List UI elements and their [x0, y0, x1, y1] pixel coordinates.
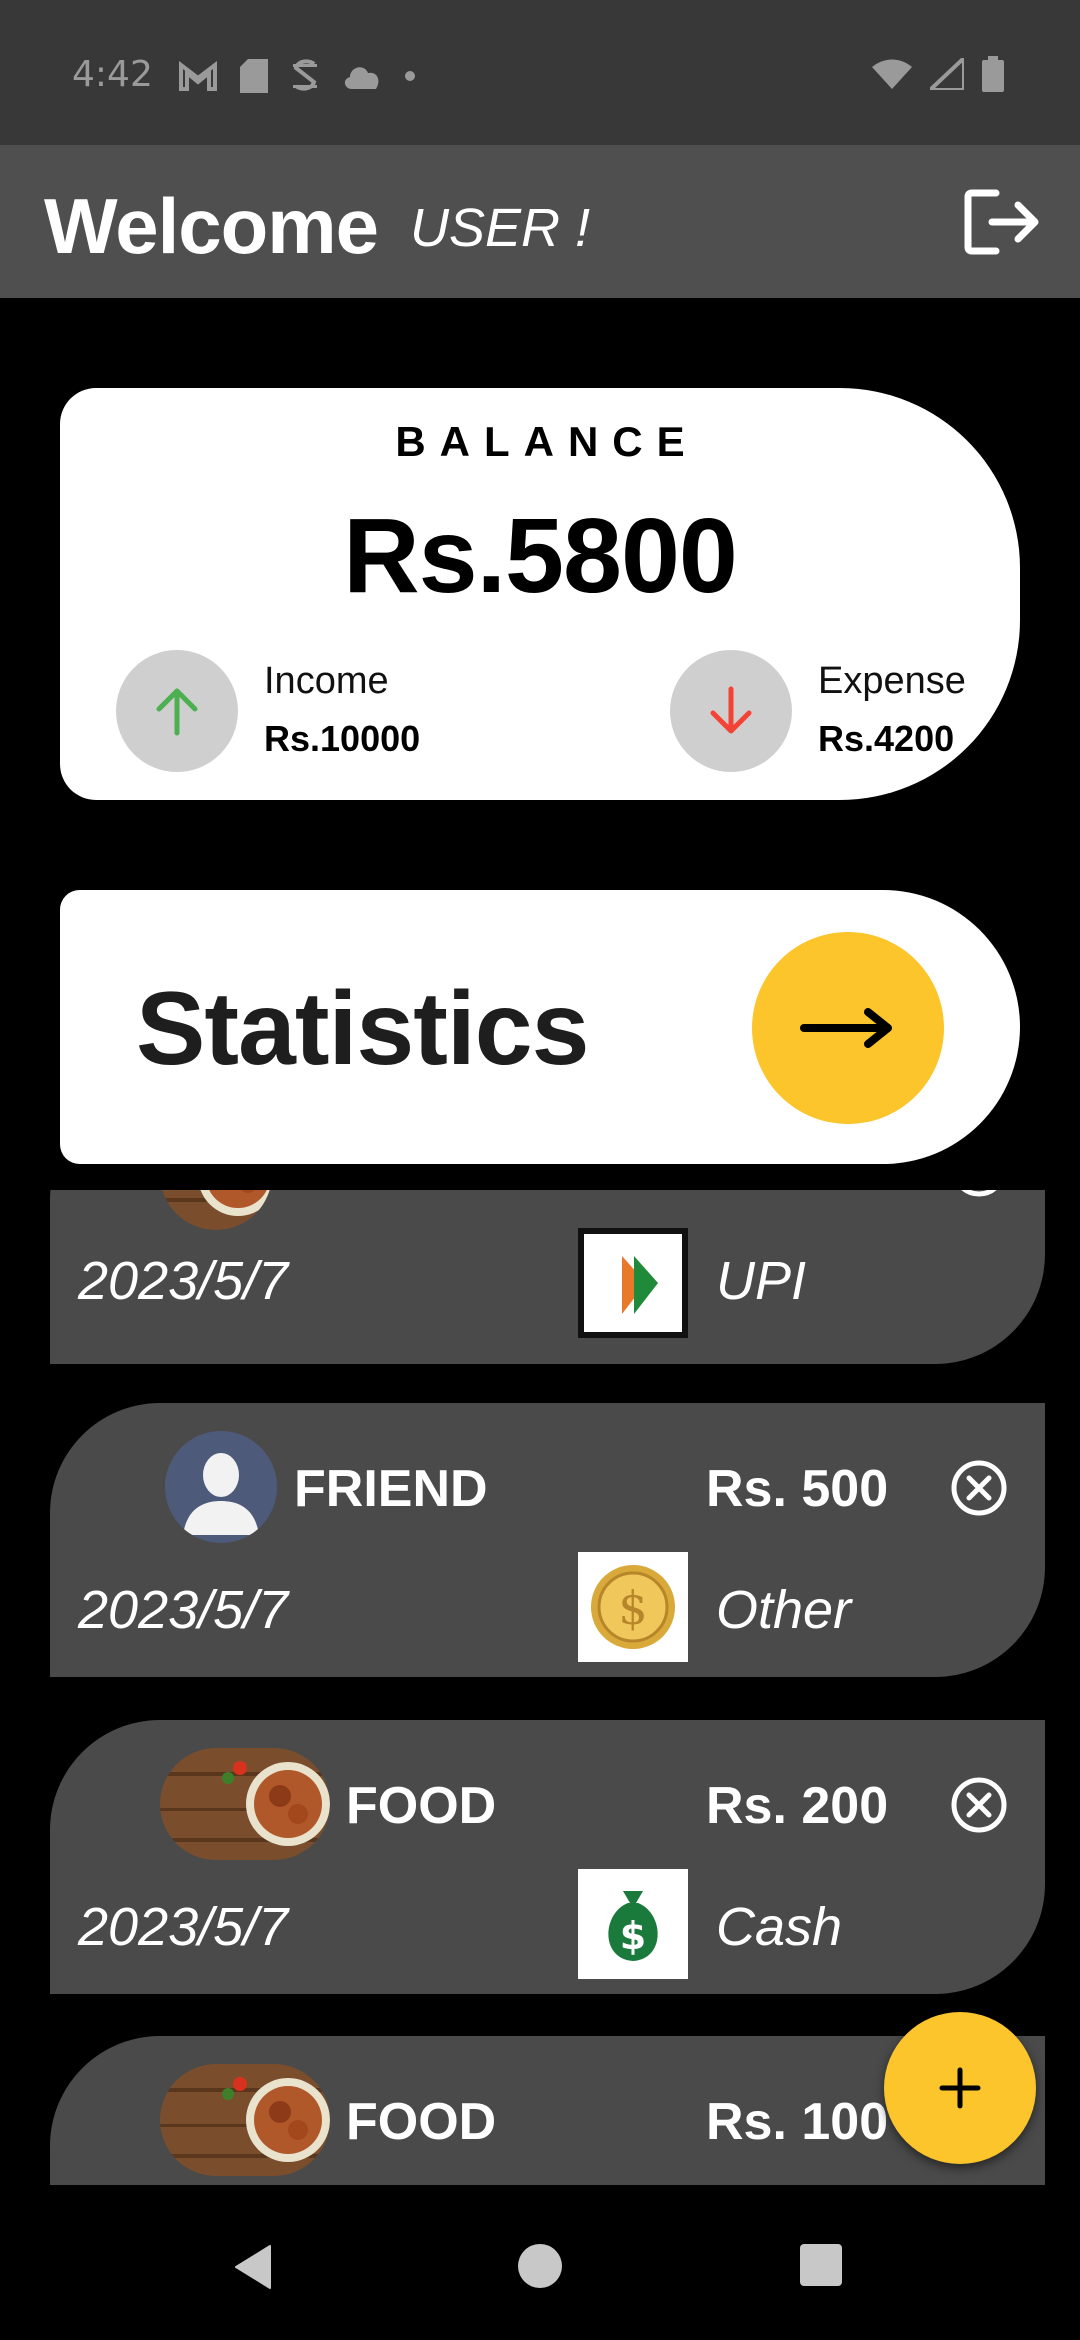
- expense-value: Rs.4200: [818, 718, 955, 759]
- food-icon: [160, 1190, 272, 1230]
- expense-icon-circle: [670, 650, 792, 772]
- balance-label: BALANCE: [395, 418, 699, 465]
- welcome-title: Welcome: [44, 182, 379, 270]
- transaction-date: 2023/5/7: [78, 1251, 289, 1311]
- balance-card: BALANCE Rs.5800 Income Rs.10000 Expense …: [60, 388, 1020, 800]
- income-value: Rs.10000: [264, 718, 421, 759]
- food-icon: [160, 2064, 330, 2176]
- app-bar: Welcome USER !: [0, 145, 1080, 298]
- statistics-title: Statistics: [136, 971, 589, 1087]
- transaction-payment: Other: [716, 1580, 852, 1640]
- signal-icon: [930, 58, 964, 90]
- delete-icon[interactable]: [950, 1776, 1008, 1834]
- gold-coin-icon: $: [578, 1552, 688, 1662]
- income-icon-circle: [116, 650, 238, 772]
- home-icon[interactable]: [518, 2244, 562, 2288]
- svg-text:$: $: [620, 1914, 646, 1958]
- transaction-item[interactable]: FOOD Rs. 100 2023/5/7 UPI: [50, 1190, 1045, 1364]
- transaction-item[interactable]: FRIEND Rs. 500 2023/5/7 $ Other: [50, 1403, 1045, 1677]
- transaction-category: FOOD: [310, 1190, 460, 1200]
- status-time: 4:42: [72, 54, 153, 95]
- transaction-item[interactable]: FOOD Rs. 200 2023/5/7 $ Cash: [50, 1720, 1045, 1994]
- transaction-payment: UPI: [716, 1251, 807, 1311]
- person-icon: [165, 1431, 277, 1543]
- back-icon[interactable]: [232, 2244, 272, 2290]
- transaction-amount: Rs. 100: [706, 1190, 888, 1200]
- logout-icon[interactable]: [964, 187, 1040, 257]
- delete-icon[interactable]: [950, 1190, 1008, 1198]
- plus-icon: [939, 2067, 981, 2109]
- transaction-amount: Rs. 500: [706, 1460, 889, 1518]
- transaction-category: FOOD: [346, 2093, 497, 2151]
- dot-icon: [405, 71, 415, 81]
- balance-amount: Rs.5800: [343, 497, 738, 615]
- transaction-date: 2023/5/7: [78, 1897, 289, 1957]
- sync-icon: [293, 59, 317, 91]
- statistics-card[interactable]: Statistics: [60, 890, 1020, 1164]
- recents-icon[interactable]: [800, 2244, 842, 2286]
- battery-icon: [982, 56, 1004, 92]
- upi-logo-icon: [578, 1228, 688, 1338]
- arrow-right-icon: [800, 1008, 892, 1048]
- wifi-icon: [872, 59, 912, 89]
- sd-card-icon: [240, 59, 268, 93]
- expense-label: Expense: [818, 660, 966, 702]
- money-bag-icon: $: [578, 1869, 688, 1979]
- navigation-bar: [0, 2190, 1080, 2340]
- transaction-payment: Cash: [716, 1897, 843, 1957]
- food-icon: [160, 1748, 330, 1860]
- status-icons-right: [872, 56, 1004, 92]
- transaction-category: FRIEND: [294, 1460, 488, 1518]
- gmail-icon: [179, 61, 217, 91]
- add-transaction-button[interactable]: [884, 2012, 1036, 2164]
- income-label: Income: [264, 660, 389, 702]
- statistics-button[interactable]: [752, 932, 944, 1124]
- user-name: USER !: [410, 198, 591, 258]
- delete-icon[interactable]: [950, 1459, 1008, 1517]
- arrow-up-icon: [156, 688, 198, 736]
- transaction-amount: Rs. 100: [706, 2093, 889, 2151]
- transaction-date: 2023/5/7: [78, 1580, 289, 1640]
- arrow-down-icon: [710, 686, 752, 734]
- transaction-category: FOOD: [346, 1777, 497, 1835]
- transaction-amount: Rs. 200: [706, 1777, 889, 1835]
- status-bar: 4:42: [0, 0, 1080, 145]
- cloud-icon: [344, 67, 379, 89]
- status-icons-left: [178, 58, 416, 94]
- svg-text:$: $: [618, 1581, 647, 1635]
